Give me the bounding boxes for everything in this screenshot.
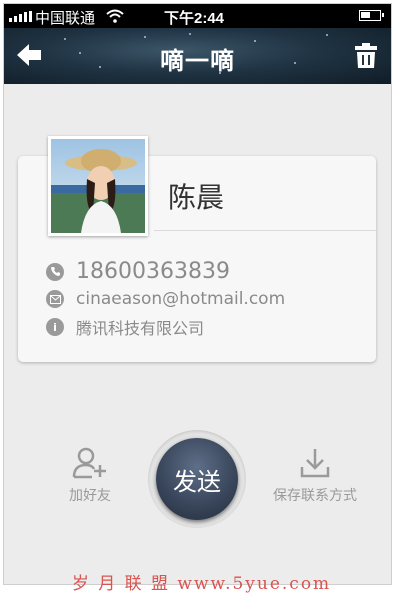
battery-icon bbox=[359, 10, 384, 21]
add-user-icon bbox=[72, 447, 106, 479]
phone-icon bbox=[46, 262, 64, 281]
download-icon bbox=[300, 449, 330, 478]
avatar bbox=[48, 136, 148, 236]
status-time: 下午2:44 bbox=[164, 10, 225, 27]
avatar-photo bbox=[51, 139, 145, 233]
add-friend-button[interactable]: 加好友 bbox=[58, 447, 122, 505]
contact-name: 陈晨 bbox=[168, 181, 225, 214]
nav-bar: 嘀一嘀 bbox=[4, 28, 391, 84]
watermark: 岁 月 联 盟 www.5yue.com bbox=[71, 574, 332, 594]
email-icon bbox=[46, 290, 64, 308]
email-row[interactable]: cinaeason@hotmail.com bbox=[46, 289, 285, 309]
send-label: 发送 bbox=[173, 467, 221, 496]
carrier-name: 中国联通 bbox=[35, 10, 96, 27]
company-name: 腾讯科技有限公司 bbox=[76, 319, 205, 338]
save-contact-label: 保存联系方式 bbox=[273, 488, 357, 504]
phone-row[interactable]: 18600363839 bbox=[46, 259, 230, 284]
send-button[interactable]: 发送 bbox=[156, 438, 238, 520]
info-icon: i bbox=[46, 318, 64, 336]
save-contact-button[interactable]: 保存联系方式 bbox=[260, 447, 370, 505]
signal-strength-icon bbox=[9, 11, 35, 22]
phone-number: 18600363839 bbox=[76, 259, 230, 284]
company-row: i 腾讯科技有限公司 bbox=[46, 315, 204, 339]
status-bar: 中国联通 下午2:44 bbox=[4, 4, 391, 28]
trash-icon[interactable] bbox=[355, 43, 377, 68]
email-address: cinaeason@hotmail.com bbox=[76, 289, 286, 309]
wifi-icon bbox=[106, 9, 124, 23]
phone-screen: 中国联通 下午2:44 嘀一嘀 陈晨 18600363839 cinaeason… bbox=[3, 3, 392, 585]
add-friend-label: 加好友 bbox=[69, 488, 111, 504]
divider bbox=[154, 230, 376, 231]
page-title: 嘀一嘀 bbox=[160, 47, 235, 75]
